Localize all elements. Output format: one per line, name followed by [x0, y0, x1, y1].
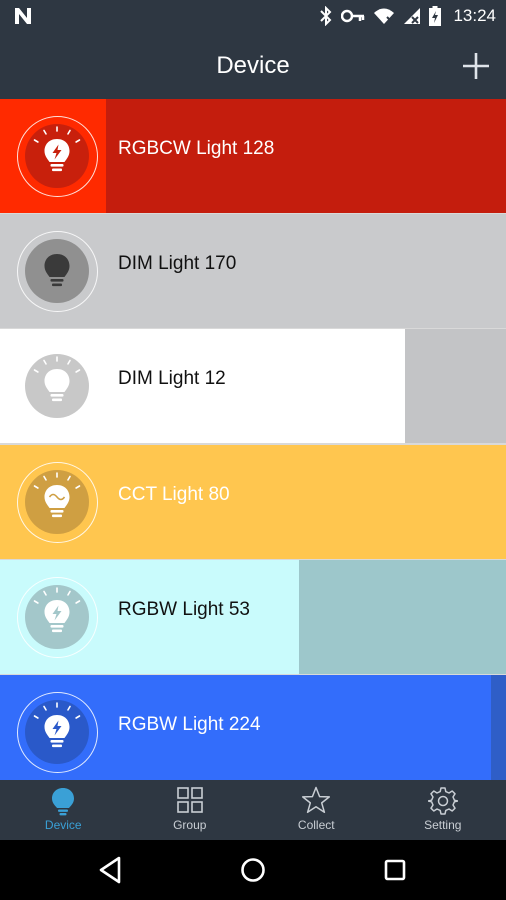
power-toggle-button[interactable] [17, 576, 98, 658]
add-device-button[interactable] [460, 50, 492, 82]
system-nav-bar [0, 840, 506, 900]
back-icon[interactable] [93, 852, 129, 888]
device-name: CCT Light 80 [118, 483, 230, 505]
device-row[interactable]: RGBW Light 53 [0, 559, 506, 674]
battery-icon [429, 6, 442, 26]
bulb-bolt-icon [25, 124, 89, 188]
tab-label: Device [44, 818, 82, 832]
star-icon [302, 786, 331, 814]
power-toggle-button[interactable] [17, 692, 98, 773]
bulb-bolt-icon [25, 584, 89, 649]
bottom-tab-bar: Device Group Collect Setting [0, 780, 506, 840]
tab-group[interactable]: Group [127, 780, 254, 840]
gear-icon [427, 787, 458, 815]
tab-collect[interactable]: Collect [253, 780, 380, 840]
device-row[interactable]: DIM Light 170 [0, 214, 506, 329]
home-icon[interactable] [235, 852, 271, 888]
n-logo-icon [15, 8, 31, 24]
tab-label: Setting [424, 818, 462, 832]
device-name: DIM Light 170 [118, 253, 237, 275]
bulb-off-icon [25, 239, 89, 304]
power-toggle-button[interactable] [17, 346, 98, 428]
bluetooth-icon [320, 6, 332, 26]
device-name: RGBW Light 224 [118, 714, 261, 735]
power-toggle-button[interactable] [17, 231, 98, 313]
key-icon [341, 9, 365, 23]
bulb-on-icon [25, 354, 89, 419]
page-title: Device [216, 52, 290, 79]
grid-icon [176, 787, 203, 813]
power-toggle-button[interactable] [17, 461, 98, 543]
app-bar: Device [0, 33, 506, 99]
tab-label: Group [173, 818, 207, 832]
device-name: RGBW Light 53 [118, 598, 250, 620]
device-name: RGBCW Light 128 [118, 138, 275, 159]
device-row[interactable]: DIM Light 12 [0, 329, 506, 444]
device-row[interactable]: RGBW Light 224 [0, 675, 506, 780]
device-list: RGBCW Light 128 DIM Light 170 DIM Light … [0, 99, 506, 780]
bulb-bolt-icon [25, 700, 89, 764]
tab-label: Collect [297, 818, 335, 832]
bulb-icon [52, 788, 75, 816]
status-bar: 13:24 [0, 0, 506, 33]
bulb-wave-icon [25, 469, 89, 534]
recents-icon[interactable] [377, 852, 413, 888]
power-toggle-button[interactable] [17, 116, 98, 197]
device-name: DIM Light 12 [118, 368, 226, 390]
signal-icon [404, 8, 421, 24]
device-row[interactable]: RGBCW Light 128 [0, 99, 506, 213]
device-row[interactable]: CCT Light 80 [0, 444, 506, 559]
tab-setting[interactable]: Setting [380, 780, 506, 840]
wifi-icon [374, 8, 395, 24]
tab-device[interactable]: Device [0, 780, 127, 840]
status-time: 13:24 [453, 6, 496, 25]
